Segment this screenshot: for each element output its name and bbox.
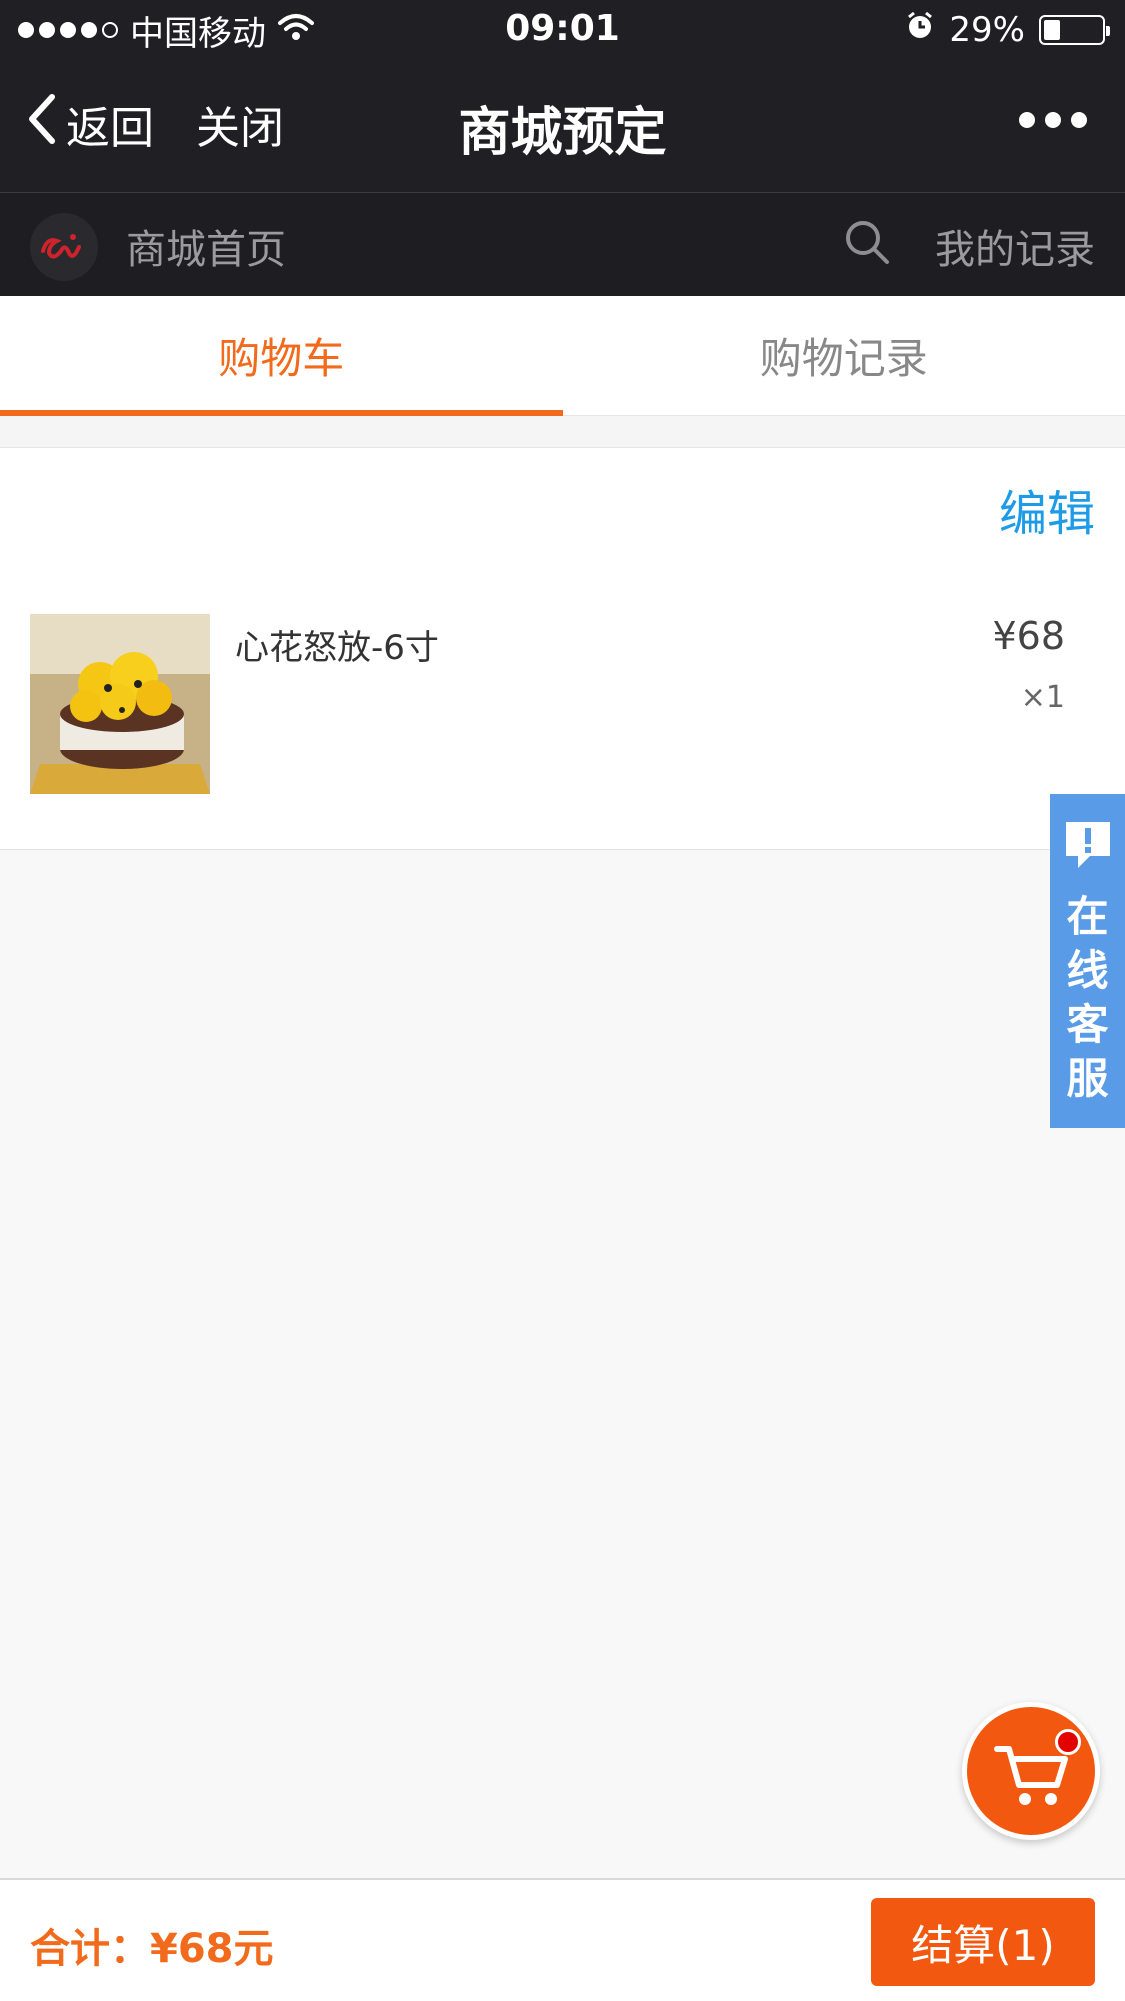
more-options-button[interactable]	[1019, 112, 1087, 128]
online-service-button[interactable]: 在 线 客 服	[1050, 794, 1125, 1128]
chat-alert-icon	[1060, 816, 1116, 876]
service-label-char: 服	[1066, 1054, 1109, 1103]
search-icon[interactable]	[842, 217, 892, 271]
shop-logo[interactable]	[30, 213, 98, 281]
checkout-bar: 合计：¥68元 结算(1)	[0, 1878, 1125, 2001]
battery-icon	[1039, 15, 1110, 45]
product-quantity: ×1	[1020, 680, 1065, 715]
more-dot-icon	[1071, 112, 1087, 128]
battery-percent: 29%	[949, 10, 1025, 50]
page-title: 商城预定	[458, 103, 667, 163]
divider	[0, 416, 1125, 448]
product-name[interactable]: 心花怒放-6寸	[235, 620, 439, 669]
alarm-icon	[905, 10, 935, 50]
cart-item[interactable]: 心花怒放-6寸 ¥68 ×1	[30, 614, 1095, 794]
service-label-char: 在	[1066, 892, 1109, 941]
cart-badge	[1055, 1729, 1081, 1755]
online-service-label: 在 线 客 服	[1066, 890, 1108, 1106]
product-image[interactable]	[30, 614, 210, 794]
service-label-char: 客	[1066, 1000, 1109, 1049]
service-label-char: 线	[1066, 946, 1109, 995]
tab-purchase-history[interactable]: 购物记录	[563, 296, 1125, 415]
product-price: ¥68	[992, 614, 1065, 658]
shop-home-link[interactable]: 商城首页	[126, 217, 286, 275]
more-dot-icon	[1019, 112, 1035, 128]
tab-cart[interactable]: 购物车	[0, 296, 563, 416]
battery-fill	[1044, 20, 1061, 40]
status-bar: 中国移动 09:01 29%	[0, 0, 1125, 60]
edit-button[interactable]: 编辑	[999, 474, 1095, 544]
cart-panel: 编辑 心花怒放-6寸 ¥68 ×1	[0, 448, 1125, 850]
shop-header: 商城首页 我的记录	[0, 192, 1125, 296]
tab-bar: 购物车 购物记录	[0, 296, 1125, 416]
checkout-button[interactable]: 结算(1)	[871, 1898, 1095, 1986]
nav-bar: 返回 关闭 商城预定	[0, 60, 1125, 192]
my-records-link[interactable]: 我的记录	[935, 217, 1095, 275]
total-amount: 合计：¥68元	[30, 1926, 274, 1972]
floating-cart-button[interactable]	[962, 1702, 1100, 1840]
status-right: 29%	[905, 10, 1110, 50]
more-dot-icon	[1045, 112, 1061, 128]
